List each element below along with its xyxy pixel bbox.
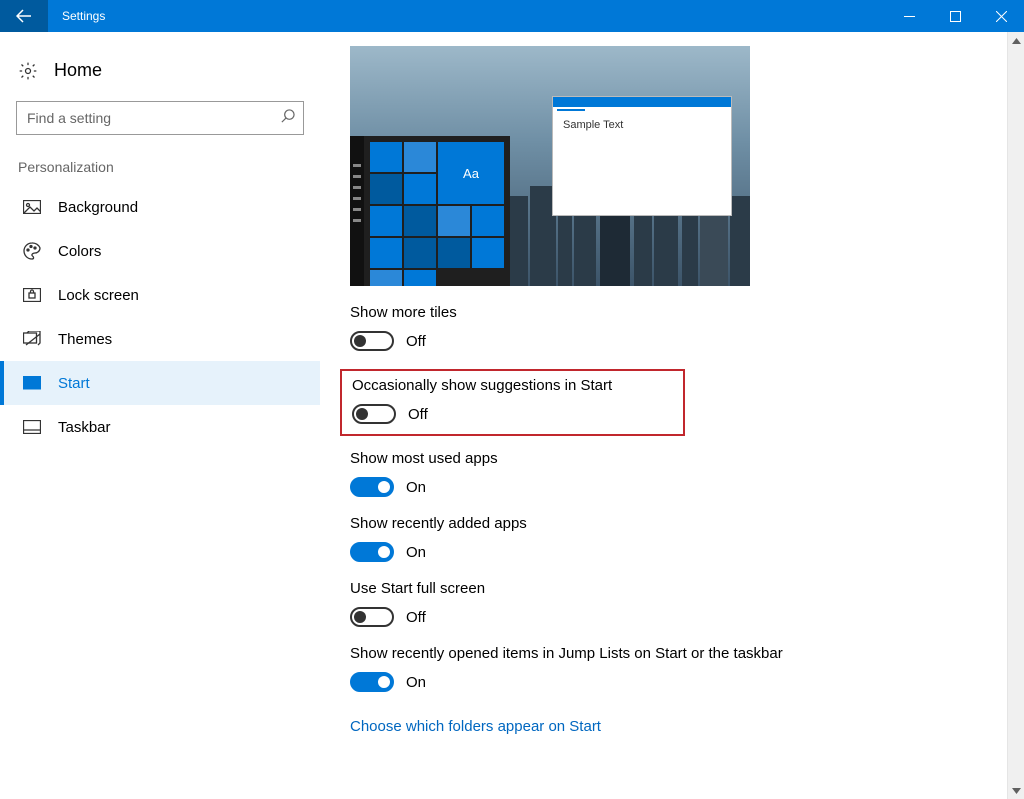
picture-icon <box>22 197 42 217</box>
sidebar-item-themes[interactable]: Themes <box>0 317 320 361</box>
toggle-suggestions[interactable] <box>352 404 396 424</box>
setting-label: Use Start full screen <box>350 580 984 597</box>
sidebar-item-home[interactable]: Home <box>0 50 320 91</box>
setting-label: Occasionally show suggestions in Start <box>352 377 673 394</box>
setting-full-screen: Use Start full screen Off <box>350 580 984 627</box>
sidebar-item-lock-screen[interactable]: Lock screen <box>0 273 320 317</box>
window-title: Settings <box>62 9 105 23</box>
gear-icon <box>18 61 40 81</box>
setting-most-used-apps: Show most used apps On <box>350 450 984 497</box>
setting-jump-lists: Show recently opened items in Jump Lists… <box>350 645 984 692</box>
nav-label: Background <box>58 199 138 216</box>
toggle-recently-added[interactable] <box>350 542 394 562</box>
taskbar-icon <box>22 417 42 437</box>
main-panel: Aa Sample Text Show more tiles Off <box>320 32 1024 799</box>
sample-window-text: Sample Text <box>553 107 731 143</box>
setting-label: Show most used apps <box>350 450 984 467</box>
setting-label: Show recently opened items in Jump Lists… <box>350 645 984 662</box>
toggle-show-more-tiles[interactable] <box>350 331 394 351</box>
search-input[interactable] <box>27 110 280 126</box>
sidebar-item-colors[interactable]: Colors <box>0 229 320 273</box>
nav-label: Start <box>58 375 90 392</box>
minimize-button[interactable] <box>886 0 932 32</box>
choose-folders-link[interactable]: Choose which folders appear on Start <box>350 718 601 735</box>
toggle-most-used[interactable] <box>350 477 394 497</box>
setting-label: Show recently added apps <box>350 515 984 532</box>
sidebar-item-start[interactable]: Start <box>0 361 320 405</box>
maximize-button[interactable] <box>932 0 978 32</box>
toggle-state: Off <box>406 609 426 626</box>
nav-label: Colors <box>58 243 101 260</box>
scroll-down-arrow[interactable] <box>1008 782 1024 799</box>
search-icon <box>280 109 295 127</box>
titlebar: Settings <box>0 0 1024 32</box>
toggle-state: Off <box>408 406 428 423</box>
toggle-full-screen[interactable] <box>350 607 394 627</box>
sidebar: Home Personalization Background <box>0 32 320 799</box>
sidebar-item-background[interactable]: Background <box>0 185 320 229</box>
home-label: Home <box>54 60 102 81</box>
vertical-scrollbar[interactable] <box>1007 32 1024 799</box>
sidebar-item-taskbar[interactable]: Taskbar <box>0 405 320 449</box>
lock-screen-icon <box>22 285 42 305</box>
toggle-state: On <box>406 479 426 496</box>
setting-show-more-tiles: Show more tiles Off <box>350 304 984 351</box>
start-icon <box>22 373 42 393</box>
nav-label: Taskbar <box>58 419 111 436</box>
toggle-state: On <box>406 544 426 561</box>
back-button[interactable] <box>0 0 48 32</box>
search-box[interactable] <box>16 101 304 135</box>
sidebar-section-header: Personalization <box>0 153 320 185</box>
nav-label: Themes <box>58 331 112 348</box>
setting-label: Show more tiles <box>350 304 984 321</box>
themes-icon <box>22 329 42 349</box>
start-preview: Aa Sample Text <box>350 46 750 286</box>
toggle-state: Off <box>406 333 426 350</box>
toggle-state: On <box>406 674 426 691</box>
highlighted-setting: Occasionally show suggestions in Start O… <box>340 369 685 436</box>
toggle-jump-lists[interactable] <box>350 672 394 692</box>
close-button[interactable] <box>978 0 1024 32</box>
nav-label: Lock screen <box>58 287 139 304</box>
preview-tile-text: Aa <box>438 142 504 204</box>
window-controls <box>886 0 1024 32</box>
preview-sample-window: Sample Text <box>552 96 732 216</box>
scroll-up-arrow[interactable] <box>1008 32 1024 49</box>
palette-icon <box>22 241 42 261</box>
setting-recently-added: Show recently added apps On <box>350 515 984 562</box>
